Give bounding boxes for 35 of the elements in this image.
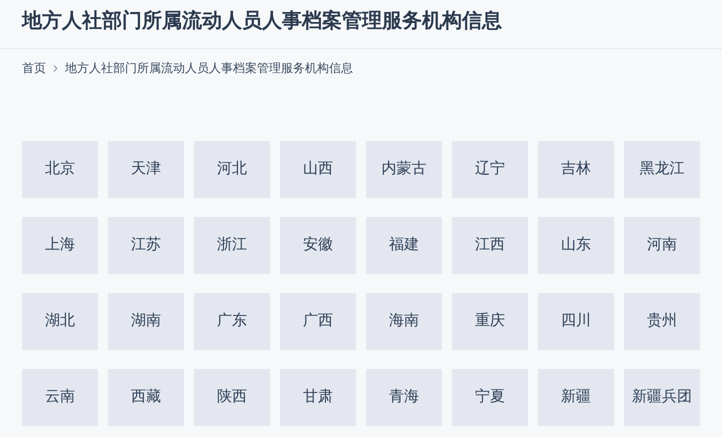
region-tile[interactable]: 湖南 [108, 293, 184, 350]
region-tile[interactable]: 重庆 [452, 293, 528, 350]
region-tile[interactable]: 江西 [452, 217, 528, 274]
region-tile[interactable]: 宁夏 [452, 369, 528, 426]
region-tile[interactable]: 西藏 [108, 369, 184, 426]
region-tile[interactable]: 海南 [366, 293, 442, 350]
region-tile[interactable]: 内蒙古 [366, 141, 442, 198]
region-tile[interactable]: 辽宁 [452, 141, 528, 198]
region-tile[interactable]: 山西 [280, 141, 356, 198]
region-tile[interactable]: 安徽 [280, 217, 356, 274]
region-tile[interactable]: 山东 [538, 217, 614, 274]
region-tile[interactable]: 贵州 [624, 293, 700, 350]
region-tile[interactable]: 青海 [366, 369, 442, 426]
region-tile[interactable]: 广东 [194, 293, 270, 350]
region-tile[interactable]: 云南 [22, 369, 98, 426]
page-title: 地方人社部门所属流动人员人事档案管理服务机构信息 [22, 8, 503, 34]
region-tile[interactable]: 河北 [194, 141, 270, 198]
region-tile[interactable]: 河南 [624, 217, 700, 274]
region-tile[interactable]: 浙江 [194, 217, 270, 274]
region-tile[interactable]: 甘肃 [280, 369, 356, 426]
region-tile[interactable]: 福建 [366, 217, 442, 274]
region-tile[interactable]: 新疆 [538, 369, 614, 426]
region-tile[interactable]: 湖北 [22, 293, 98, 350]
region-tile[interactable]: 广西 [280, 293, 356, 350]
region-tile[interactable]: 新疆兵团 [624, 369, 700, 426]
breadcrumb-current: 地方人社部门所属流动人员人事档案管理服务机构信息 [65, 60, 353, 77]
region-tile[interactable]: 天津 [108, 141, 184, 198]
breadcrumb-link[interactable]: 首页 [22, 59, 46, 77]
region-tile[interactable]: 江苏 [108, 217, 184, 274]
region-tile[interactable]: 四川 [538, 293, 614, 350]
region-tile[interactable]: 陕西 [194, 369, 270, 426]
region-tile[interactable]: 黑龙江 [624, 141, 700, 198]
region-tile[interactable]: 北京 [22, 141, 98, 198]
region-tile[interactable]: 上海 [22, 217, 98, 274]
region-tile[interactable]: 吉林 [538, 141, 614, 198]
